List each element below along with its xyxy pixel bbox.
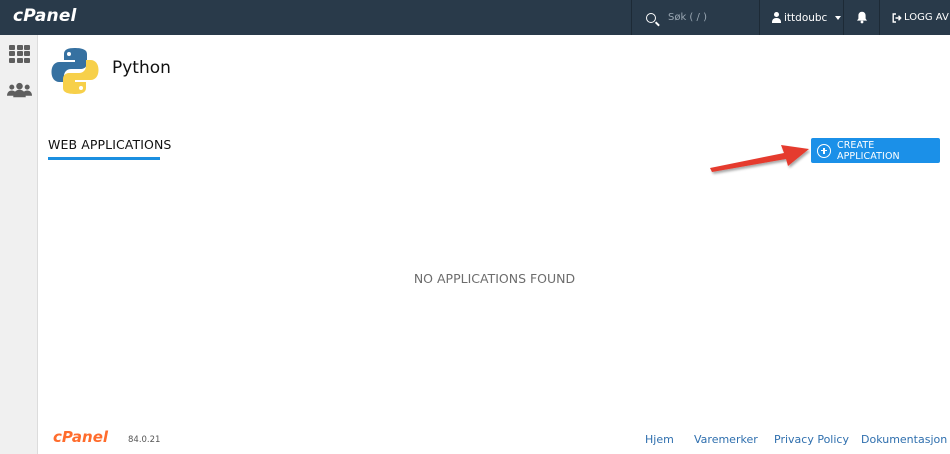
- sidebar: [0, 35, 38, 454]
- sidebar-item-users[interactable]: [7, 77, 32, 102]
- user-menu[interactable]: ittdoubc: [759, 0, 843, 35]
- footer-link-trademarks[interactable]: Varemerker: [694, 433, 758, 446]
- create-application-button[interactable]: CREATE APPLICATION: [811, 138, 940, 163]
- footer-link-home[interactable]: Hjem: [645, 433, 674, 446]
- chevron-down-icon: [835, 15, 842, 20]
- search-input[interactable]: Søk ( / ): [668, 12, 707, 23]
- version-label: 84.0.21: [128, 435, 161, 445]
- user-icon: [772, 12, 781, 23]
- apps-grid-icon: [9, 44, 30, 63]
- footer-link-documentation[interactable]: Dokumentasjon: [861, 433, 947, 446]
- empty-state-message: NO APPLICATIONS FOUND: [413, 271, 576, 286]
- top-bar: cPanel Søk ( / ) ittdoubc LOGG AV: [0, 0, 950, 35]
- cpanel-logo[interactable]: cPanel: [13, 6, 77, 26]
- notifications-button[interactable]: [843, 0, 879, 35]
- plus-circle-icon: [817, 143, 831, 158]
- search-icon: [646, 12, 656, 23]
- annotation-arrow: [710, 145, 809, 172]
- python-logo: [50, 46, 100, 100]
- username-label: ittdoubc: [784, 11, 828, 24]
- create-application-label: CREATE APPLICATION: [837, 139, 900, 162]
- search-box[interactable]: Søk ( / ): [631, 0, 759, 35]
- logout-icon: [892, 12, 902, 23]
- sidebar-item-tools[interactable]: [7, 41, 32, 66]
- footer-link-privacy-policy[interactable]: Privacy Policy: [774, 433, 849, 446]
- footer-cpanel-logo[interactable]: cPanel: [53, 428, 108, 446]
- logout-button[interactable]: LOGG AV: [879, 0, 950, 35]
- users-icon: [7, 82, 32, 97]
- tab-web-applications[interactable]: WEB APPLICATIONS: [48, 137, 171, 152]
- logout-label: LOGG AV: [904, 12, 949, 23]
- bell-icon: [856, 11, 867, 24]
- page-title: Python: [112, 58, 171, 78]
- active-tab-indicator: [48, 157, 160, 160]
